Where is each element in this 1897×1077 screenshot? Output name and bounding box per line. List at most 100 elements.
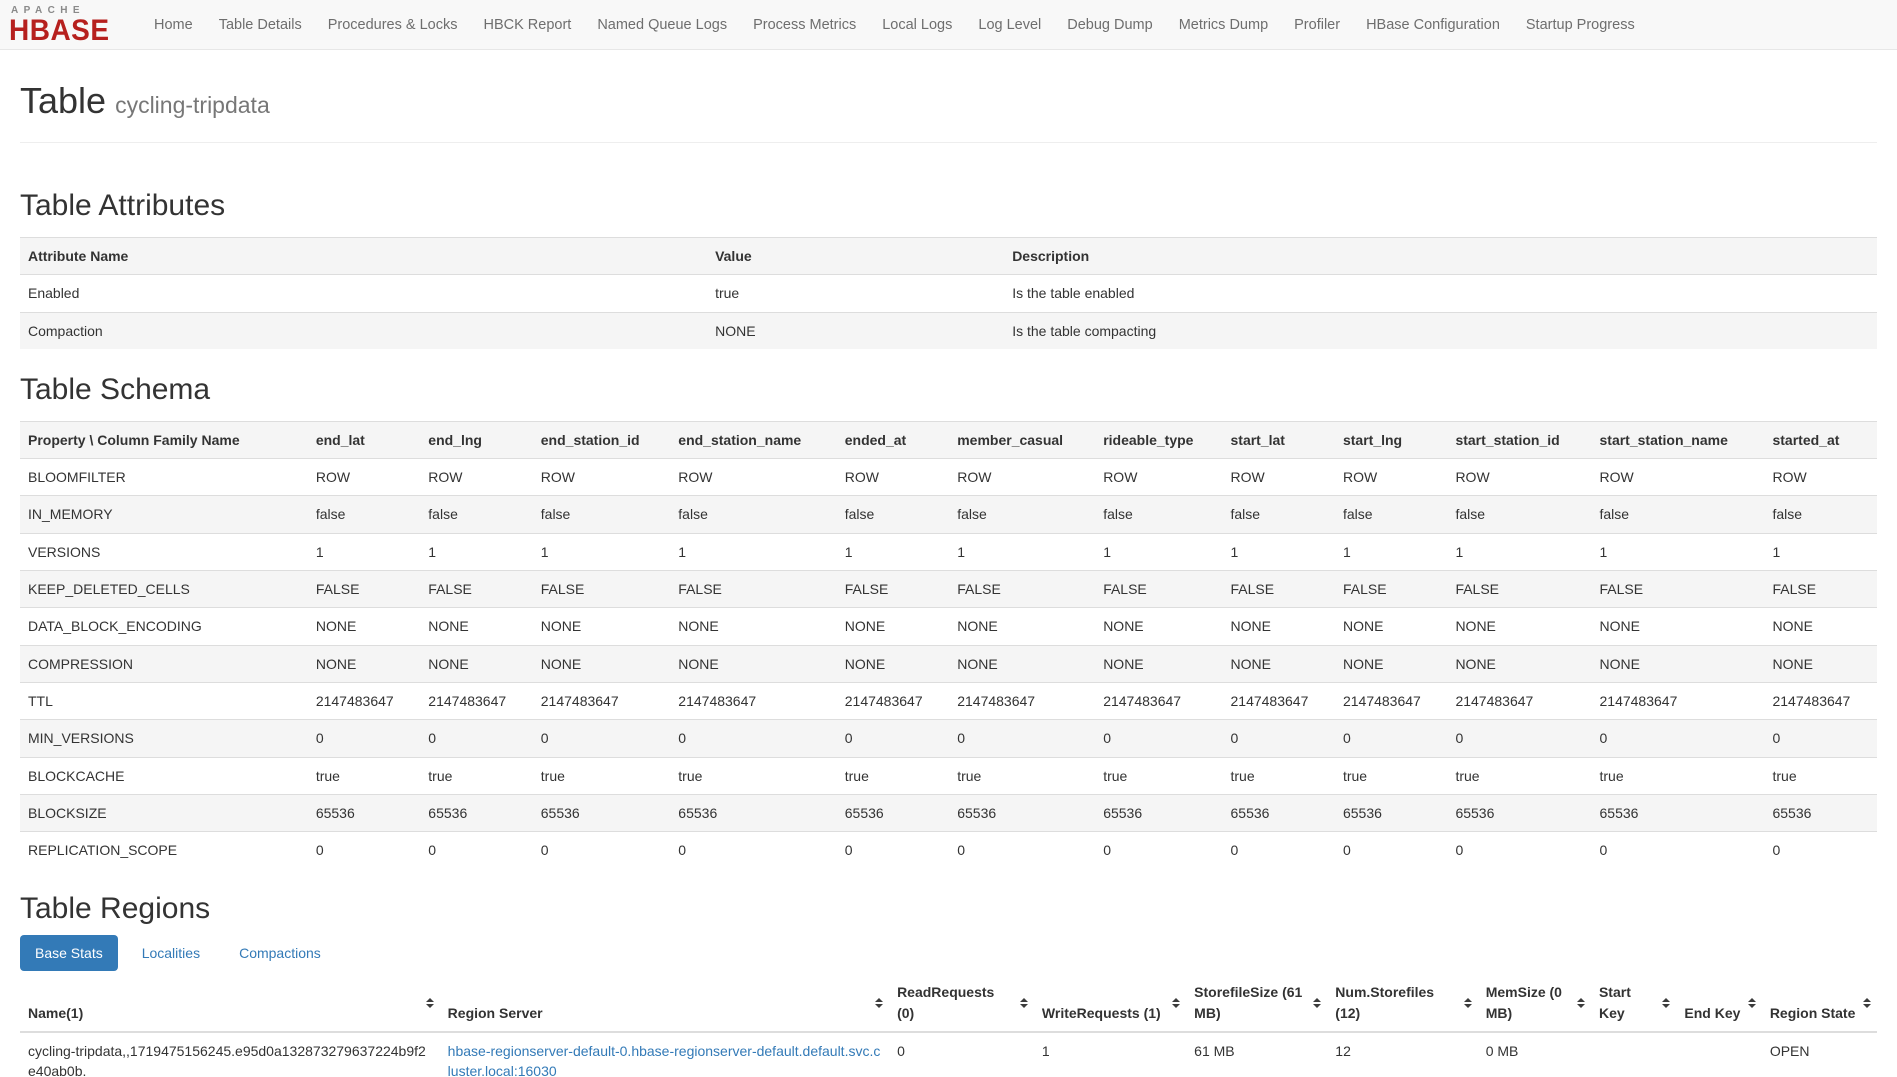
sort-up-icon — [1863, 998, 1871, 1002]
schema-value-cell: 0 — [949, 720, 1095, 757]
schema-value-cell: NONE — [1592, 645, 1765, 682]
schema-value-cell: 65536 — [420, 794, 532, 831]
schema-value-cell: NONE — [949, 608, 1095, 645]
schema-value-cell: FALSE — [837, 571, 949, 608]
schema-value-cell: NONE — [1223, 645, 1335, 682]
schema-value-cell: true — [308, 757, 420, 794]
schema-col-start-lng: start_lng — [1335, 421, 1447, 458]
regions-col-label: Name(1) — [28, 1005, 83, 1021]
schema-property-cell: TTL — [20, 682, 308, 719]
schema-value-cell: FALSE — [1764, 571, 1877, 608]
schema-property-cell: KEEP_DELETED_CELLS — [20, 571, 308, 608]
schema-value-cell: 0 — [1095, 832, 1222, 869]
sort-arrows-icon — [1020, 998, 1028, 1008]
schema-col-end-lat: end_lat — [308, 421, 420, 458]
regions-heading: Table Regions — [20, 892, 1877, 926]
schema-property-cell: COMPRESSION — [20, 645, 308, 682]
logo-hbase-text: HBASE — [9, 17, 127, 44]
nav-item-home[interactable]: Home — [141, 2, 206, 48]
schema-value-cell: FALSE — [1223, 571, 1335, 608]
schema-table-head: Property \ Column Family Nameend_latend_… — [20, 421, 1877, 458]
schema-value-cell: 65536 — [949, 794, 1095, 831]
sort-down-icon — [1662, 1004, 1670, 1008]
region-row: cycling-tripdata,,1719475156245.e95d0a13… — [20, 1032, 1877, 1077]
nav-item-named-queue-logs[interactable]: Named Queue Logs — [584, 2, 740, 48]
schema-row-blockcache: BLOCKCACHEtruetruetruetruetruetruetruetr… — [20, 757, 1877, 794]
nav-item-metrics-dump[interactable]: Metrics Dump — [1166, 2, 1281, 48]
schema-value-cell: 65536 — [670, 794, 836, 831]
schema-value-cell: 65536 — [1335, 794, 1447, 831]
attributes-table-head: Attribute NameValueDescription — [20, 238, 1877, 275]
schema-value-cell: NONE — [670, 645, 836, 682]
regions-col-readrequests-0[interactable]: ReadRequests (0) — [889, 974, 1034, 1032]
sort-up-icon — [426, 998, 434, 1002]
schema-property-cell: REPLICATION_SCOPE — [20, 832, 308, 869]
schema-value-cell: 2147483647 — [1592, 682, 1765, 719]
schema-row-data-block-encoding: DATA_BLOCK_ENCODINGNONENONENONENONENONEN… — [20, 608, 1877, 645]
tab-localities[interactable]: Localities — [127, 935, 215, 971]
tab-compactions[interactable]: Compactions — [224, 935, 336, 971]
regions-header-row: Name(1) Region ServerReadRequests (0)Writ… — [20, 974, 1877, 1032]
regions-col-region-state[interactable]: Region State — [1762, 974, 1877, 1032]
regions-col-writerequests-1[interactable]: WriteRequests (1) — [1034, 974, 1186, 1032]
schema-value-cell: false — [420, 496, 532, 533]
nav-item-log-level[interactable]: Log Level — [965, 2, 1054, 48]
schema-row-compression: COMPRESSIONNONENONENONENONENONENONENONEN… — [20, 645, 1877, 682]
regions-col-region-server[interactable]: Region Server — [440, 974, 889, 1032]
nav-item-debug-dump[interactable]: Debug Dump — [1054, 2, 1165, 48]
region-server-link[interactable]: hbase-regionserver-default-0.hbase-regio… — [448, 1043, 881, 1077]
nav-item-profiler[interactable]: Profiler — [1281, 2, 1353, 48]
schema-value-cell: ROW — [1592, 459, 1765, 496]
schema-row-replication-scope: REPLICATION_SCOPE000000000000 — [20, 832, 1877, 869]
schema-value-cell: NONE — [1764, 645, 1877, 682]
schema-property-cell: MIN_VERSIONS — [20, 720, 308, 757]
schema-row-versions: VERSIONS111111111111 — [20, 533, 1877, 570]
schema-row-ttl: TTL2147483647214748364721474836472147483… — [20, 682, 1877, 719]
attributes-col-description: Description — [1004, 238, 1877, 275]
schema-col-started-at: started_at — [1764, 421, 1877, 458]
attribute-row-compaction: CompactionNONEIs the table compacting — [20, 312, 1877, 349]
sort-up-icon — [1662, 998, 1670, 1002]
regions-col-memsize-0-mb[interactable]: MemSize (0 MB) — [1478, 974, 1591, 1032]
tab-base-stats[interactable]: Base Stats — [20, 935, 118, 971]
schema-value-cell: 0 — [1764, 720, 1877, 757]
schema-value-cell: 1 — [1592, 533, 1765, 570]
schema-value-cell: NONE — [1592, 608, 1765, 645]
region-cell-region-state: OPEN — [1762, 1032, 1877, 1077]
regions-col-label: StorefileSize (61 MB) — [1194, 984, 1302, 1020]
regions-col-label: Num.Storefiles (12) — [1335, 984, 1434, 1020]
schema-value-cell: NONE — [308, 608, 420, 645]
sort-up-icon — [1464, 998, 1472, 1002]
schema-value-cell: ROW — [1095, 459, 1222, 496]
sort-arrows-icon — [426, 998, 434, 1008]
regions-col-end-key[interactable]: End Key — [1676, 974, 1761, 1032]
nav-item-procedures-locks[interactable]: Procedures & Locks — [315, 2, 471, 48]
hbase-logo[interactable]: APACHE HBASE — [9, 6, 127, 43]
schema-table: Property \ Column Family Nameend_latend_… — [20, 421, 1877, 869]
regions-col-start-key[interactable]: Start Key — [1591, 974, 1676, 1032]
schema-value-cell: FALSE — [308, 571, 420, 608]
nav-item-process-metrics[interactable]: Process Metrics — [740, 2, 869, 48]
page-title: Tablecycling-tripdata — [20, 80, 1877, 122]
sort-arrows-icon — [1863, 998, 1871, 1008]
nav-item-hbck-report[interactable]: HBCK Report — [470, 2, 584, 48]
regions-col-name-1[interactable]: Name(1) — [20, 974, 440, 1032]
tab-localities-wrap: Localities — [127, 944, 215, 964]
schema-value-cell: FALSE — [670, 571, 836, 608]
regions-col-storefilesize-61-mb[interactable]: StorefileSize (61 MB) — [1186, 974, 1327, 1032]
schema-header-row: Property \ Column Family Nameend_latend_… — [20, 421, 1877, 458]
schema-value-cell: ROW — [533, 459, 671, 496]
schema-value-cell: true — [1095, 757, 1222, 794]
sort-up-icon — [1020, 998, 1028, 1002]
regions-col-num-storefiles-12[interactable]: Num.Storefiles (12) — [1327, 974, 1477, 1032]
schema-value-cell: ROW — [420, 459, 532, 496]
nav-item-startup-progress[interactable]: Startup Progress — [1513, 2, 1648, 48]
nav-item-local-logs[interactable]: Local Logs — [869, 2, 965, 48]
nav-item-table-details[interactable]: Table Details — [206, 2, 315, 48]
nav-item-hbase-configuration[interactable]: HBase Configuration — [1353, 2, 1513, 48]
schema-property-cell: BLOCKSIZE — [20, 794, 308, 831]
regions-col-label: End Key — [1684, 1005, 1740, 1021]
schema-value-cell: NONE — [1335, 608, 1447, 645]
schema-value-cell: ROW — [670, 459, 836, 496]
schema-col-start-station-name: start_station_name — [1592, 421, 1765, 458]
